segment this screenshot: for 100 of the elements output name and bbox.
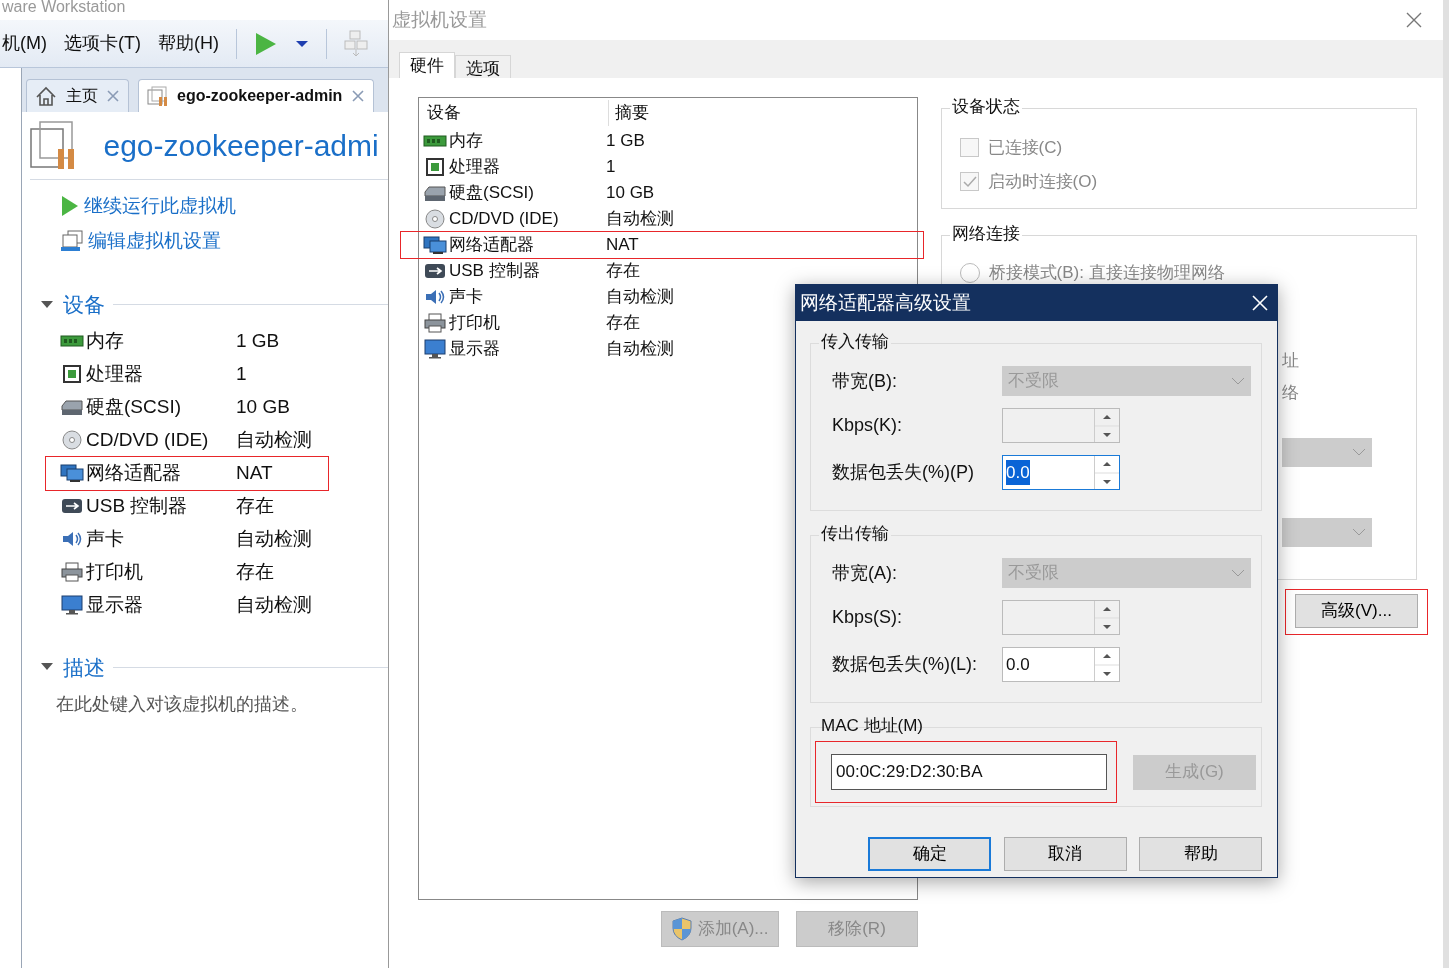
- device-summary: 自动检测: [606, 286, 674, 309]
- close-icon: [1251, 294, 1269, 312]
- chip-icon: [60, 364, 84, 384]
- checkbox-label: 启动时连接(O): [987, 171, 1098, 193]
- group-title: 网络连接: [950, 223, 1022, 245]
- field-label: 数据包丢失(%)(L):: [832, 653, 978, 676]
- device-summary: 自动检测: [606, 208, 674, 231]
- device-name[interactable]: CD/DVD (IDE): [449, 206, 606, 232]
- label-text: 络: [1282, 381, 1300, 404]
- chevron-down-icon: [1231, 569, 1245, 577]
- device-name[interactable]: 打印机: [86, 557, 236, 587]
- device-summary: 10 GB: [236, 394, 290, 419]
- column-header: 设备: [427, 100, 609, 126]
- printer-icon: [423, 313, 447, 333]
- section-title[interactable]: 设备: [62, 289, 105, 321]
- field-label: Kbps(K):: [832, 414, 904, 437]
- chevron-down-icon: [1352, 528, 1366, 536]
- device-name[interactable]: 打印机: [449, 310, 606, 336]
- field-label: 带宽(A):: [832, 561, 898, 585]
- device-name[interactable]: 网络适配器: [86, 458, 236, 488]
- device-name[interactable]: USB 控制器: [86, 491, 236, 521]
- menu-item[interactable]: 机(M): [2, 30, 47, 57]
- action-link[interactable]: 编辑虚拟机设置: [88, 226, 222, 255]
- device-name[interactable]: 声卡: [449, 284, 606, 310]
- section-title[interactable]: 描述: [62, 651, 105, 683]
- advanced-button[interactable]: 高级(V)...: [1295, 594, 1418, 628]
- play-icon: [253, 30, 278, 57]
- column-header: 摘要: [614, 102, 649, 125]
- dialog-title: 网络适配器高级设置: [800, 290, 971, 315]
- close-icon: [1405, 11, 1423, 29]
- button[interactable]: 确定: [868, 837, 991, 871]
- label-text: 址: [1282, 349, 1300, 372]
- tab[interactable]: 主页: [26, 79, 129, 112]
- tab[interactable]: 硬件: [399, 52, 455, 78]
- tab[interactable]: 选项: [455, 55, 511, 78]
- network-icon: [423, 235, 447, 255]
- dialog-title: 虚拟机设置: [392, 7, 487, 32]
- button[interactable]: 帮助: [1139, 837, 1262, 871]
- disk-drive-icon: [423, 183, 447, 203]
- disk-drive-icon: [60, 397, 84, 417]
- device-name[interactable]: USB 控制器: [449, 258, 606, 284]
- chevron-down-icon: [1231, 377, 1245, 385]
- settings-window-icon: [60, 229, 84, 252]
- field-label: 数据包丢失(%)(P): [832, 461, 975, 484]
- radio-button[interactable]: [960, 262, 980, 283]
- monitor-icon: [423, 339, 447, 359]
- button[interactable]: 取消: [1003, 837, 1127, 871]
- close-icon: [350, 89, 365, 103]
- mac-address-field[interactable]: 00:0C:29:D2:30:BA: [831, 754, 1107, 790]
- spinner-arrows-icon: [1095, 651, 1119, 678]
- device-name[interactable]: 内存: [86, 326, 236, 356]
- group-title: 设备状态: [950, 96, 1022, 118]
- chevron-down-icon: [1352, 448, 1366, 456]
- device-summary: 自动检测: [236, 427, 312, 452]
- chip-icon: [423, 157, 447, 177]
- device-name[interactable]: 处理器: [86, 359, 236, 389]
- tab-label: ego-zookeeper-admin: [177, 86, 343, 106]
- field-label: Kbps(S):: [832, 606, 904, 629]
- device-summary: 1: [606, 156, 616, 179]
- group-title: 传出传输: [819, 523, 891, 545]
- spinner-arrows-icon: [1095, 604, 1119, 631]
- device-name[interactable]: 处理器: [449, 154, 606, 180]
- menu-item[interactable]: 帮助(H): [157, 30, 219, 57]
- device-summary: 存在: [236, 493, 274, 518]
- radio-label: 桥接模式(B): 直接连接物理网络: [988, 262, 1225, 284]
- menu-item[interactable]: 选项卡(T): [64, 30, 141, 57]
- device-summary: 自动检测: [606, 338, 674, 361]
- device-summary: 1 GB: [606, 130, 645, 153]
- device-name[interactable]: 显示器: [86, 590, 236, 620]
- spinner-arrows-icon: [1095, 459, 1119, 486]
- device-summary: 自动检测: [236, 526, 312, 551]
- device-summary: 存在: [236, 559, 274, 584]
- device-summary: 1: [236, 361, 247, 386]
- device-name[interactable]: 内存: [449, 128, 606, 154]
- spinner-field[interactable]: 0.0: [1002, 647, 1120, 682]
- device-name[interactable]: CD/DVD (IDE): [86, 425, 236, 455]
- network-tree-icon: [343, 30, 368, 57]
- shield-icon: [671, 917, 694, 941]
- device-name[interactable]: 声卡: [86, 524, 236, 554]
- window-stack-icon: [146, 85, 169, 107]
- device-summary: 1 GB: [236, 328, 280, 353]
- device-summary: 存在: [606, 312, 640, 335]
- device-name[interactable]: 网络适配器: [449, 232, 606, 258]
- window-title: ware Workstation: [2, 0, 126, 15]
- device-name[interactable]: 显示器: [449, 336, 606, 362]
- spinner-field[interactable]: 0.0: [1002, 455, 1120, 490]
- group-title: MAC 地址(M): [820, 715, 924, 737]
- spinner-arrows-icon: [1095, 412, 1119, 439]
- action-link[interactable]: 继续运行此虚拟机: [84, 192, 237, 221]
- house-icon: [35, 85, 57, 107]
- device-name[interactable]: 硬盘(SCSI): [86, 392, 236, 422]
- speaker-icon: [60, 529, 84, 549]
- device-summary: 存在: [606, 260, 640, 283]
- device-name[interactable]: 硬盘(SCSI): [449, 180, 606, 206]
- dropdown[interactable]: [1282, 517, 1372, 547]
- tab[interactable]: ego-zookeeper-admin: [137, 79, 374, 112]
- description-text[interactable]: 在此处键入对该虚拟机的描述。: [30, 683, 388, 718]
- close-icon: [106, 89, 120, 103]
- dropdown[interactable]: [1282, 437, 1372, 467]
- speaker-icon: [423, 287, 447, 307]
